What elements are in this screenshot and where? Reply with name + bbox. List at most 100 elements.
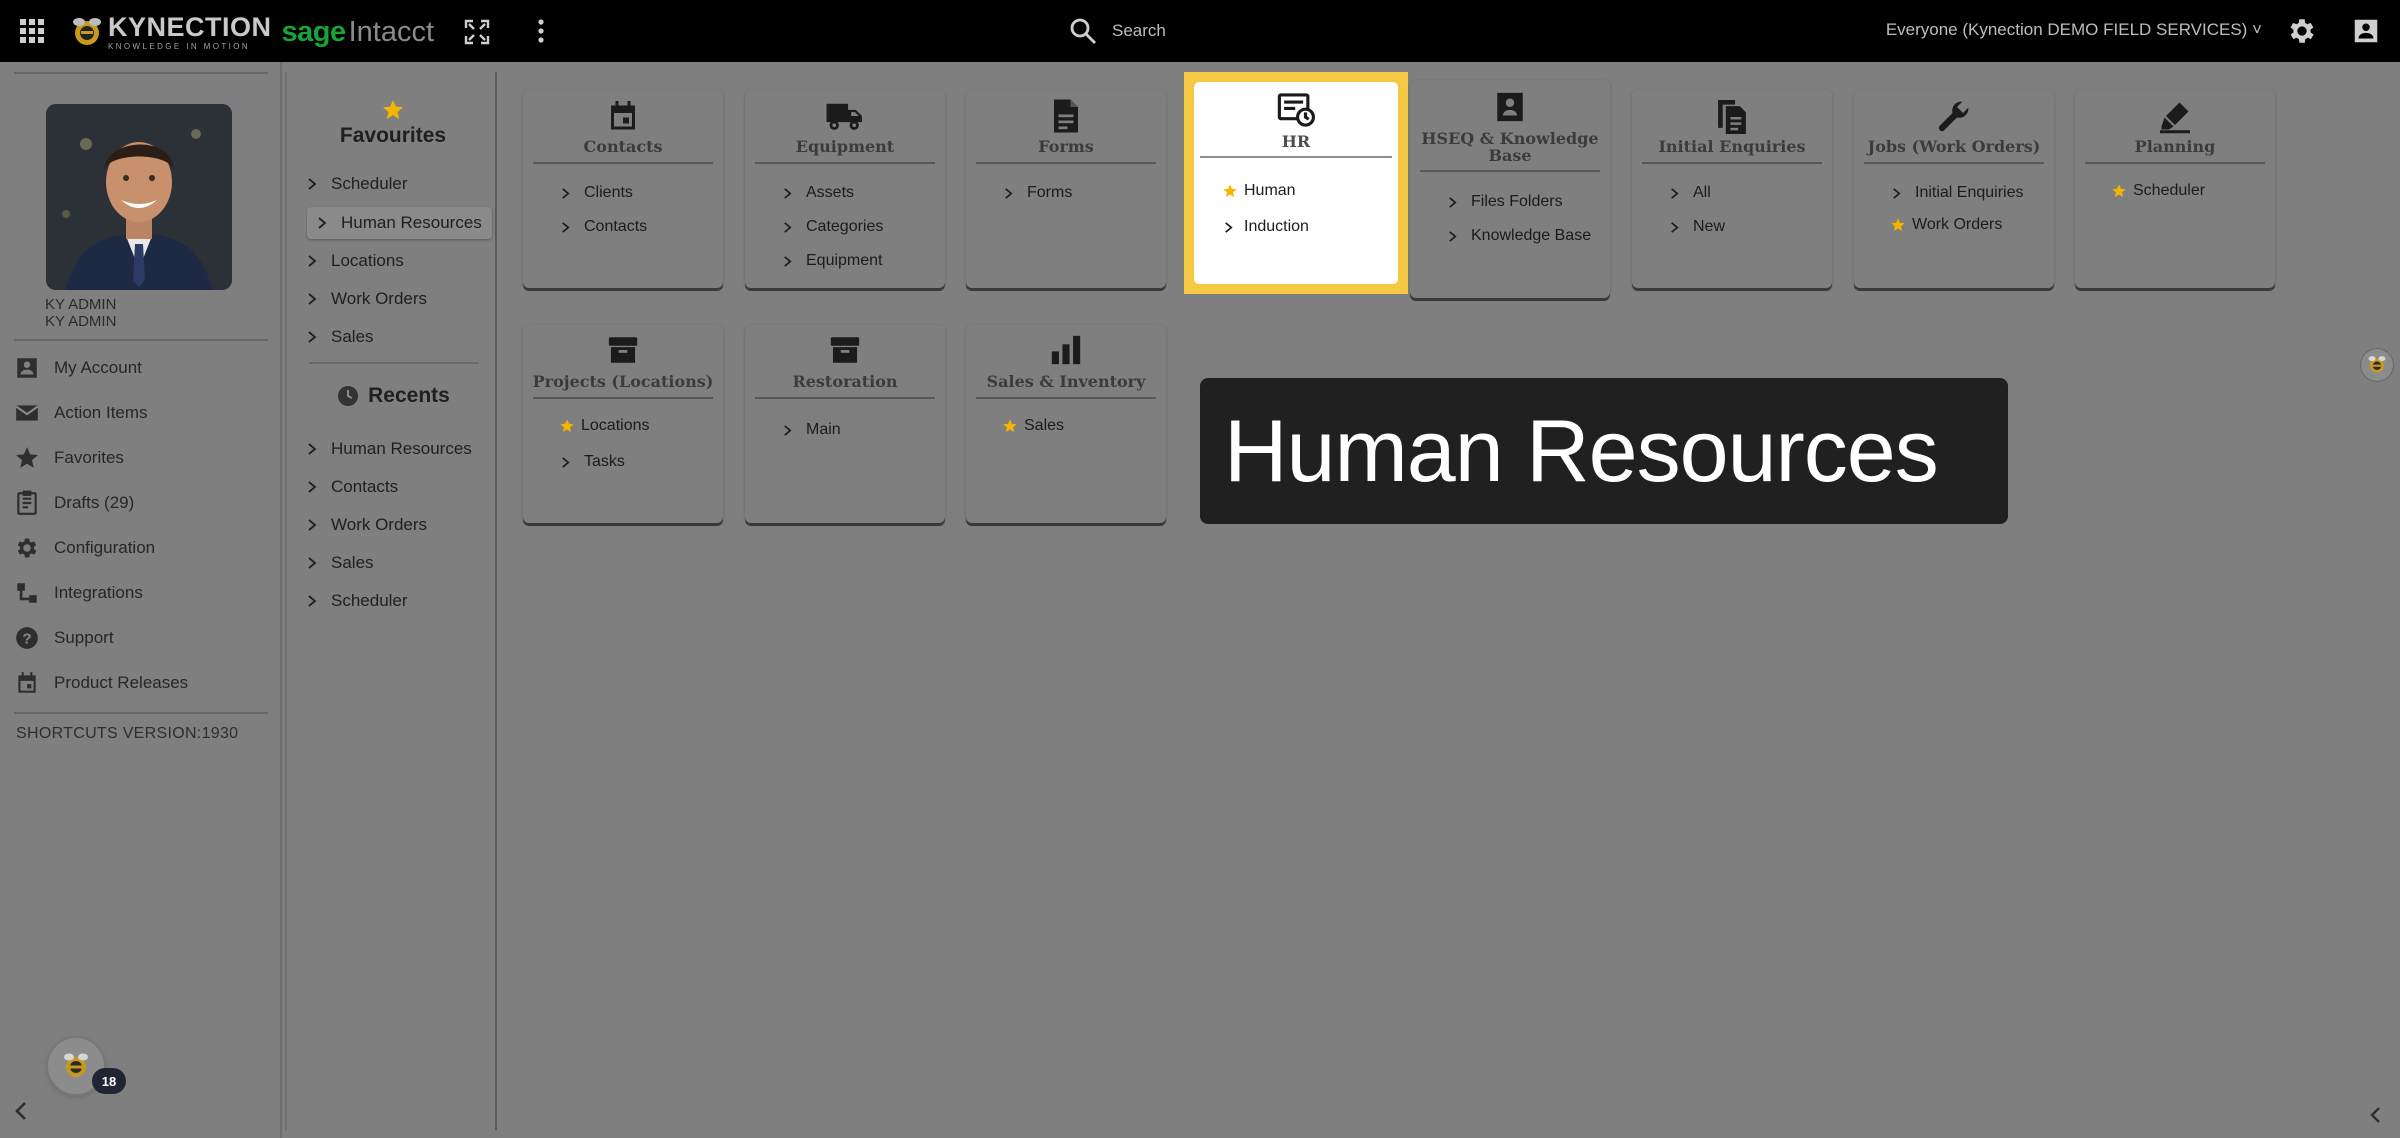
tile-divider [755, 397, 935, 399]
app-grid-icon[interactable] [18, 17, 46, 45]
tile-link-clients[interactable]: Clients [559, 184, 633, 202]
chevron-right-icon [308, 595, 317, 607]
chevron-right-icon [784, 221, 792, 233]
tile-link-files-folders[interactable]: Files Folders [1446, 193, 1563, 211]
bar-chart-icon [966, 333, 1166, 367]
star-icon [1891, 218, 1905, 231]
sidebar-item-configuration[interactable]: Configuration [14, 530, 274, 566]
tile-link-assets[interactable]: Assets [781, 184, 854, 202]
star-icon [1003, 419, 1017, 432]
recent-item-work-orders[interactable]: Work Orders [305, 509, 427, 541]
recent-item-contacts[interactable]: Contacts [305, 471, 398, 503]
favourite-item-work-orders[interactable]: Work Orders [305, 283, 427, 315]
tile-link-work-orders[interactable]: Work Orders [1890, 216, 2002, 234]
chevron-right-icon [1449, 196, 1457, 208]
chevron-right-icon [308, 178, 317, 190]
favourites-panel: Favourites Scheduler Human Resources Loc… [285, 72, 497, 1130]
sidebar-item-favorites[interactable]: Favorites [14, 440, 274, 476]
tile-divider [533, 397, 713, 399]
tile-planning[interactable]: Planning Scheduler [2075, 90, 2275, 288]
sidebar-item-product-releases[interactable]: Product Releases [14, 665, 274, 701]
tile-jobs-work-orders[interactable]: Jobs (Work Orders) Initial Enquiries Wor… [1854, 90, 2054, 288]
floating-assistant-button[interactable] [2361, 349, 2393, 381]
favourite-item-human-resources[interactable]: Human Resources [307, 207, 492, 239]
tile-link-new[interactable]: New [1668, 218, 1725, 236]
account-icon[interactable] [2351, 16, 2381, 46]
tile-restoration[interactable]: Restoration Main [745, 325, 945, 523]
chevron-right-icon [562, 221, 570, 233]
chevron-right-icon [562, 456, 570, 468]
favourite-item-locations[interactable]: Locations [305, 245, 404, 277]
favourite-label: Locations [331, 251, 404, 270]
tile-hr[interactable]: HR Human Induction [1194, 82, 1398, 284]
tile-link-induction[interactable]: Induction [1222, 218, 1309, 236]
tile-link-forms[interactable]: Forms [1002, 184, 1072, 202]
sidebar-item-label: My Account [54, 358, 142, 377]
tile-divider [1864, 162, 2044, 164]
more-vert-icon[interactable] [531, 17, 551, 45]
tile-link-scheduler[interactable]: Scheduler [2111, 182, 2205, 200]
sidebar-item-drafts[interactable]: Drafts (29) [14, 485, 274, 521]
tile-projects-locations[interactable]: Projects (Locations) Locations Tasks [523, 325, 723, 523]
chevron-right-icon [784, 424, 792, 436]
bee-icon [64, 1053, 88, 1077]
tile-link-initial-enquiries[interactable]: Initial Enquiries [1890, 184, 2024, 202]
chevron-right-icon [318, 217, 327, 229]
tile-link-label: Induction [1244, 218, 1309, 235]
tile-link-label: Knowledge Base [1471, 227, 1592, 244]
brand-logo[interactable]: KYNECTION KNOWLEDGE IN MOTION sage Intac… [70, 12, 434, 52]
recent-item-sales[interactable]: Sales [305, 547, 374, 579]
tile-contacts[interactable]: Contacts Clients Contacts [523, 90, 723, 288]
sidebar-item-my-account[interactable]: My Account [14, 350, 274, 386]
chevron-right-icon [308, 255, 317, 267]
tile-link-sales[interactable]: Sales [1002, 417, 1064, 435]
sidebar-item-integrations[interactable]: Integrations [14, 575, 274, 611]
user-avatar[interactable] [46, 104, 232, 290]
tile-link-label: Clients [584, 184, 633, 201]
tile-link-contacts[interactable]: Contacts [559, 218, 647, 236]
tile-link-label: Forms [1027, 184, 1073, 201]
recent-item-human-resources[interactable]: Human Resources [305, 433, 472, 465]
tile-hseq-knowledge-base[interactable]: HSEQ & Knowledge Base Files Folders Know… [1410, 80, 1610, 298]
chevron-right-icon [1449, 230, 1457, 242]
highlighter-pen-icon [2075, 98, 2275, 134]
tile-link-human[interactable]: Human [1222, 182, 1296, 200]
sidebar-item-action-items[interactable]: Action Items [14, 395, 274, 431]
chevron-right-icon [784, 187, 792, 199]
search-box[interactable]: Search [1068, 14, 1166, 48]
chevron-right-icon [308, 331, 317, 343]
panel-divider [309, 362, 479, 364]
tile-sales-inventory[interactable]: Sales & Inventory Sales [966, 325, 1166, 523]
tile-link-knowledge-base[interactable]: Knowledge Base [1446, 227, 1591, 245]
fullscreen-icon[interactable] [464, 19, 490, 45]
sidebar-item-support[interactable]: ? Support [14, 620, 274, 656]
tile-link-locations[interactable]: Locations [559, 417, 650, 435]
collapse-sidebar-chevron-left-icon[interactable] [10, 1098, 32, 1124]
left-sidebar: KY ADMIN KY ADMIN My Account Action Item… [0, 62, 282, 1138]
tile-link-tasks[interactable]: Tasks [559, 453, 625, 471]
favourite-item-scheduler[interactable]: Scheduler [305, 168, 408, 200]
tile-equipment[interactable]: Equipment Assets Categories Equipment [745, 90, 945, 288]
hr-tile-highlight: HR Human Induction [1184, 72, 1408, 294]
tile-link-main[interactable]: Main [781, 421, 841, 439]
settings-gear-icon[interactable] [2286, 15, 2318, 47]
chevron-right-icon [1225, 221, 1233, 233]
user-name: KY ADMIN [45, 296, 117, 313]
tile-initial-enquiries[interactable]: Initial Enquiries All New [1632, 90, 1832, 288]
tile-link-categories[interactable]: Categories [781, 218, 883, 236]
recent-label: Contacts [331, 477, 399, 496]
chevron-right-icon [308, 443, 317, 455]
favourite-item-sales[interactable]: Sales [305, 321, 374, 353]
search-input[interactable]: Search [1112, 21, 1166, 41]
company-selector[interactable]: Everyone (Kynection DEMO FIELD SERVICES)… [1886, 20, 2262, 40]
tile-title: Equipment [795, 137, 895, 156]
recent-item-scheduler[interactable]: Scheduler [305, 585, 408, 617]
tile-divider [1420, 170, 1600, 172]
tile-link-equipment[interactable]: Equipment [781, 252, 883, 270]
tile-link-all[interactable]: All [1668, 184, 1711, 202]
expand-panel-chevron-left-icon[interactable] [2366, 1103, 2386, 1127]
favourite-label: Sales [331, 327, 374, 346]
account-box-icon [14, 355, 40, 381]
tile-forms[interactable]: Forms Forms [966, 90, 1166, 288]
tile-link-label: Assets [806, 184, 855, 201]
